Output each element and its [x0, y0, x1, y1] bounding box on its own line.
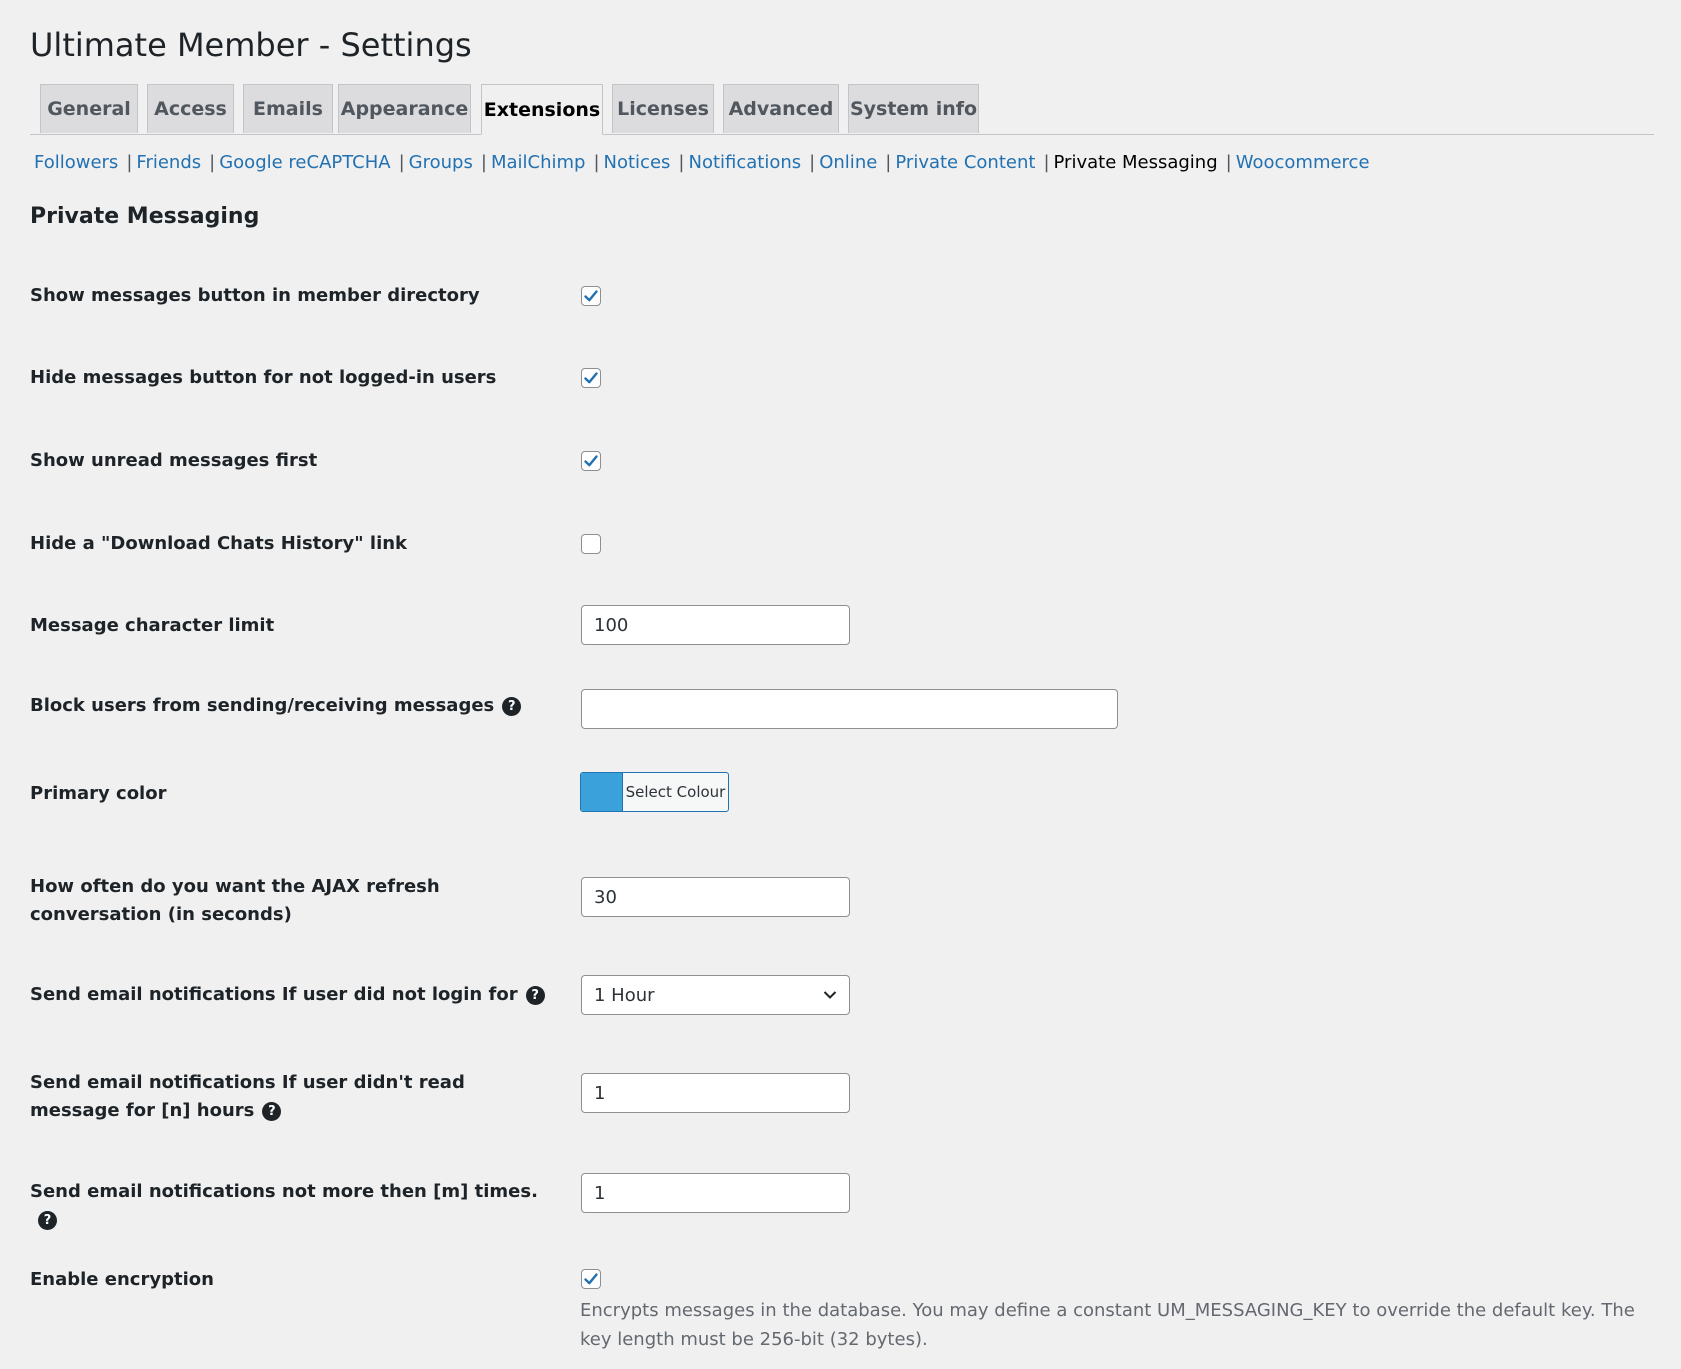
show-unread-first-label: Show unread messages first [30, 450, 318, 471]
tab-appearance[interactable]: Appearance [338, 84, 471, 133]
subnav-followers[interactable]: Followers [34, 152, 118, 173]
subnav-separator: | [1225, 152, 1232, 173]
notify-not-login-select[interactable]: 1 Hour [581, 975, 850, 1015]
char-limit-label: Message character limit [30, 615, 275, 636]
help-icon[interactable]: ? [502, 696, 522, 716]
show-unread-first-checkbox[interactable] [581, 451, 601, 471]
help-icon[interactable]: ? [38, 1210, 57, 1230]
subnav-separator: | [209, 152, 216, 173]
primary-color-label: Primary color [30, 783, 167, 804]
block-users-label: Block users from sending/receiving messa… [30, 692, 550, 720]
tab-access[interactable]: Access [147, 84, 234, 133]
tab-licenses[interactable]: Licenses [612, 84, 714, 133]
subnav-groups[interactable]: Groups [409, 152, 473, 173]
ajax-refresh-label: How often do you want the AJAX refresh c… [30, 876, 440, 925]
ajax-refresh-input[interactable]: 30 [581, 877, 850, 917]
help-icon[interactable]: ? [525, 985, 545, 1005]
help-icon[interactable]: ? [262, 1101, 282, 1121]
subnav-notifications[interactable]: Notifications [688, 152, 801, 173]
subnav-mailchimp[interactable]: MailChimp [491, 152, 586, 173]
checkmark-icon [584, 1273, 598, 1285]
subnav-private-content[interactable]: Private Content [895, 152, 1035, 173]
subnav-separator: | [809, 152, 816, 173]
notify-not-login-value: 1 Hour [594, 984, 655, 1006]
block-users-label-text: Block users from sending/receiving messa… [30, 695, 495, 716]
subnav-google-recaptcha[interactable]: Google reCAPTCHA [219, 152, 390, 173]
enable-encryption-description: Encrypts messages in the database. You m… [580, 1300, 1635, 1350]
subnav-separator: | [126, 152, 133, 173]
notify-max-times-label-text: Send email notifications not more then [… [30, 1181, 538, 1202]
subnav-friends[interactable]: Friends [136, 152, 201, 173]
subnav-notices[interactable]: Notices [604, 152, 671, 173]
notify-not-login-label: Send email notifications If user did not… [30, 981, 550, 1009]
hide-messages-button-label: Hide messages button for not logged-in u… [30, 367, 497, 388]
subnav-separator: | [1043, 152, 1050, 173]
hide-messages-button-checkbox[interactable] [581, 368, 601, 388]
color-swatch [581, 773, 622, 811]
char-limit-input[interactable]: 100 [581, 605, 850, 645]
subnav-private-messaging: Private Messaging [1053, 152, 1218, 173]
tab-advanced[interactable]: Advanced [723, 84, 839, 133]
section-title: Private Messaging [30, 204, 260, 229]
extensions-subnav: Followers | Friends | Google reCAPTCHA |… [34, 152, 1370, 173]
notify-not-read-input[interactable]: 1 [581, 1073, 850, 1113]
tab-general[interactable]: General [40, 84, 138, 133]
enable-encryption-checkbox[interactable] [581, 1269, 601, 1289]
select-colour-label: Select Colour [622, 773, 728, 811]
subnav-online[interactable]: Online [819, 152, 877, 173]
subnav-separator: | [885, 152, 892, 173]
tab-system-info[interactable]: System info [848, 84, 979, 133]
page-title: Ultimate Member - Settings [30, 26, 472, 64]
show-messages-button-label: Show messages button in member directory [30, 285, 480, 306]
checkmark-icon [584, 455, 598, 467]
tab-extensions[interactable]: Extensions [481, 84, 603, 135]
checkmark-icon [584, 372, 598, 384]
subnav-separator: | [398, 152, 405, 173]
hide-download-link-checkbox[interactable] [581, 534, 601, 554]
chevron-down-icon [823, 991, 837, 999]
subnav-woocommerce[interactable]: Woocommerce [1236, 152, 1370, 173]
subnav-separator: | [593, 152, 600, 173]
select-colour-button[interactable]: Select Colour [580, 772, 729, 812]
subnav-separator: | [678, 152, 685, 173]
notify-not-read-label-text: Send email notifications If user didn't … [30, 1072, 465, 1121]
notify-max-times-label: Send email notifications not more then [… [30, 1178, 550, 1234]
checkmark-icon [584, 290, 598, 302]
notify-not-login-label-text: Send email notifications If user did not… [30, 984, 518, 1005]
notify-max-times-input[interactable]: 1 [581, 1173, 850, 1213]
settings-tabs: General Access Emails Appearance Extensi… [30, 84, 1654, 135]
notify-not-read-label: Send email notifications If user didn't … [30, 1069, 550, 1125]
subnav-separator: | [480, 152, 487, 173]
hide-download-link-label: Hide a "Download Chats History" link [30, 533, 408, 554]
show-messages-button-checkbox[interactable] [581, 286, 601, 306]
tab-emails[interactable]: Emails [243, 84, 333, 133]
enable-encryption-label: Enable encryption [30, 1269, 214, 1290]
block-users-input[interactable] [581, 689, 1118, 729]
